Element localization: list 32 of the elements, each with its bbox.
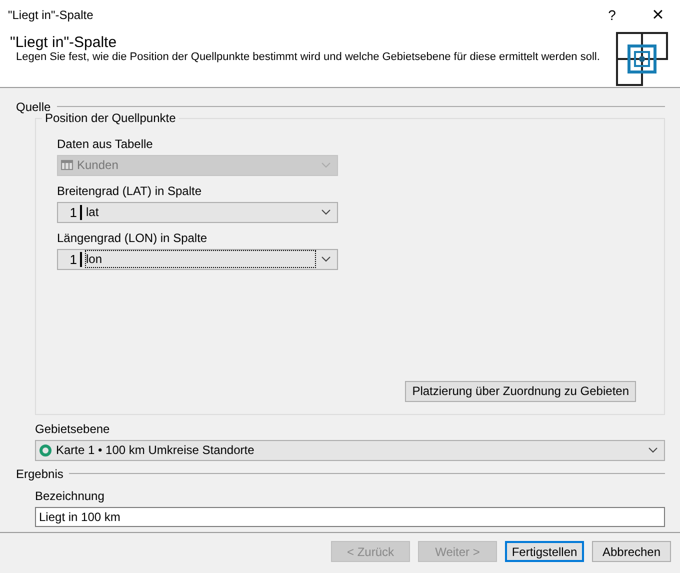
field-label: Gebietsebene	[35, 422, 111, 436]
dropdown-value: lon	[86, 251, 315, 268]
window-title: "Liegt in"-Spalte	[8, 8, 94, 22]
page-description: Legen Sie fest, wie die Position der Quellpunkte bestimmt wird und welche Gebietsebene für diese ermittelt werden soll.	[16, 51, 601, 63]
dialog-button[interactable]: Abbrechen	[592, 541, 671, 562]
table-icon	[61, 160, 73, 170]
help-button[interactable]: ?	[590, 0, 634, 30]
dropdown[interactable]: Karte 1 • 100 km Umkreise Standorte	[35, 440, 665, 461]
name-input-field[interactable]: Liegt in 100 km	[35, 506, 665, 527]
column-index: 1	[63, 204, 82, 220]
ring-icon	[39, 444, 52, 457]
field-label: Breitengrad (LAT) in Spalte	[57, 184, 203, 198]
dropdown-value: Kunden	[77, 157, 120, 174]
dropdown-value: lat	[86, 204, 100, 220]
group-title: Position der Quellpunkte	[42, 110, 179, 125]
dropdown[interactable]: 1 lat	[57, 202, 338, 223]
chevron-down-icon	[321, 256, 331, 262]
squares-logo-icon	[616, 32, 668, 86]
dropdown[interactable]: 1 lon	[57, 248, 338, 270]
page-title: "Liegt in"-Spalte	[10, 34, 118, 51]
chevron-down-icon	[321, 162, 331, 168]
dropdown-value: Karte 1 • 100 km Umkreise Standorte	[56, 442, 256, 458]
chevron-down-icon	[321, 209, 331, 216]
section-title: Ergebnis	[16, 466, 64, 481]
placement-button[interactable]: Platzierung über Zuordnung zu Gebieten	[405, 380, 636, 402]
field-label: Daten aus Tabelle	[57, 136, 154, 151]
dialog-button[interactable]: Fertigstellen	[505, 541, 584, 562]
field-label: Bezeichnung	[35, 488, 106, 503]
column-index: 1	[63, 252, 82, 267]
close-button[interactable]: ×	[636, 0, 680, 30]
chevron-down-icon	[648, 447, 658, 454]
field-label: Längengrad (LON) in Spalte	[57, 230, 208, 245]
